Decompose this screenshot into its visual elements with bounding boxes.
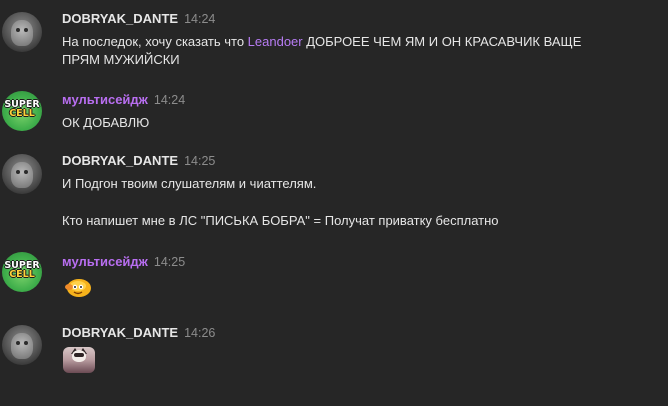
message-text-line: ПРЯМ МУЖИЙСКИ xyxy=(62,52,180,67)
message-text: Кто напишет мне в ЛС "ПИСЬКА БОБРА" = По… xyxy=(62,213,499,228)
avatar[interactable] xyxy=(2,325,42,365)
user-mention[interactable]: Leandoer xyxy=(248,34,303,49)
username[interactable]: DOBRYAK_DANTE xyxy=(62,325,178,340)
avatar-logo: SUPER CELL xyxy=(4,99,40,119)
message-text: На последок, хочу сказать что Leandoer Д… xyxy=(62,34,582,49)
avatar-logo: SUPER CELL xyxy=(4,260,40,280)
username[interactable]: DOBRYAK_DANTE xyxy=(62,153,178,168)
username[interactable]: мультисейдж xyxy=(62,92,148,107)
timestamp: 14:24 xyxy=(153,93,186,107)
timestamp: 14:26 xyxy=(184,326,216,340)
message-text: ОК ДОБАВЛЮ xyxy=(62,115,150,130)
username[interactable]: DOBRYAK_DANTE xyxy=(62,11,178,26)
message-header: DOBRYAK_DANTE 14:25 xyxy=(62,152,215,170)
cat-sticker[interactable] xyxy=(63,347,95,373)
blushing-smiley-emoji xyxy=(65,279,91,297)
avatar[interactable]: SUPER CELL xyxy=(2,252,42,292)
message-text: И Подгон твоим слушателям и чиаттелям. xyxy=(62,176,317,191)
username[interactable]: мультисейдж xyxy=(62,254,148,269)
chat-log: DOBRYAK_DANTE 14:24 На последок, хочу ска… xyxy=(0,0,668,406)
timestamp: 14:25 xyxy=(153,255,186,269)
message-header: DOBRYAK_DANTE 14:26 xyxy=(62,324,215,342)
message-header: мультисейдж 14:25 xyxy=(62,253,185,271)
avatar[interactable]: SUPER CELL xyxy=(2,91,42,131)
message-header: мультисейдж 14:24 xyxy=(62,91,185,109)
timestamp: 14:25 xyxy=(184,154,216,168)
message-header: DOBRYAK_DANTE 14:24 xyxy=(62,10,215,28)
avatar[interactable] xyxy=(2,12,42,52)
avatar[interactable] xyxy=(2,154,42,194)
timestamp: 14:24 xyxy=(184,12,216,26)
